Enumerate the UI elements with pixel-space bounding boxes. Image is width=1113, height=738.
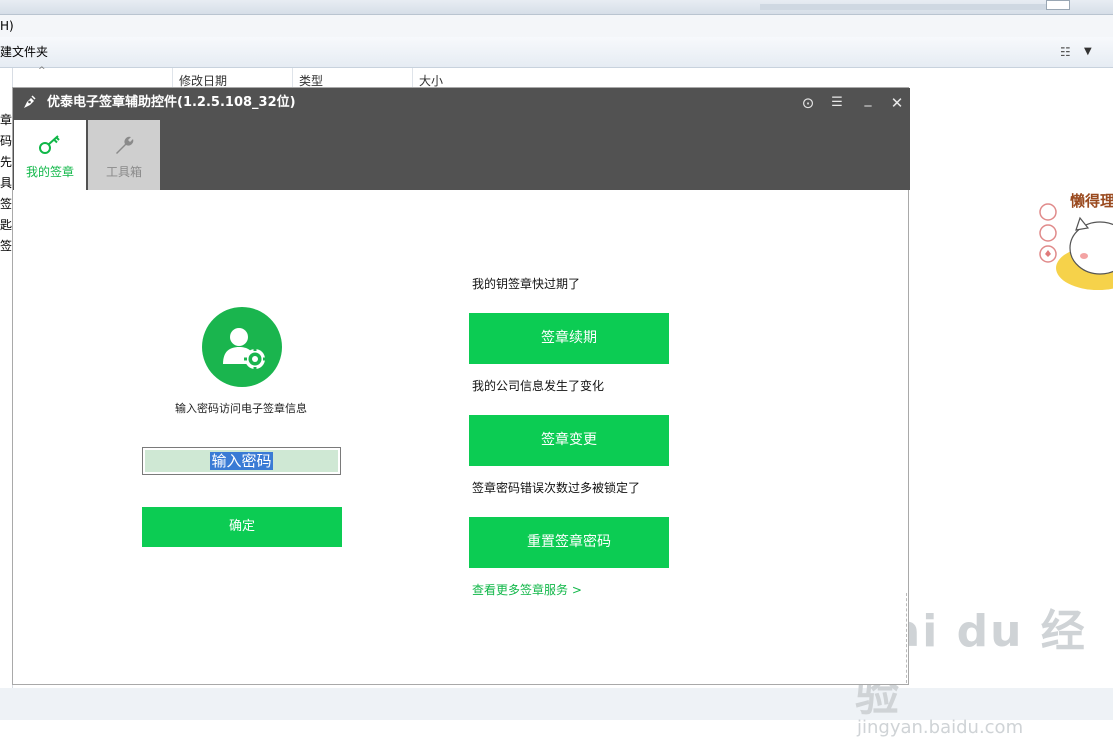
confirm-button[interactable]: 确定 [142, 507, 342, 547]
minimize-button[interactable]: _ [856, 88, 880, 118]
nav-item[interactable]: 码 [0, 131, 12, 152]
cartoon-cat-sticker [1039, 203, 1113, 290]
menu-icon[interactable]: ☰ [825, 88, 849, 118]
user-icon[interactable]: ⊙ [796, 88, 820, 118]
reset-password-button[interactable]: 重置签章密码 [469, 517, 669, 568]
watermark-url: jingyan.baidu.com [857, 717, 1024, 738]
column-size[interactable]: 大小 [412, 68, 494, 88]
nav-item[interactable]: 匙 [0, 215, 12, 236]
user-gear-icon [223, 328, 266, 370]
resize-edge [906, 593, 907, 683]
nav-item[interactable]: 具 [0, 173, 12, 194]
view-options-icon[interactable]: ☷ [1060, 37, 1071, 67]
tab-label: 工具箱 [105, 165, 142, 179]
column-type[interactable]: 类型 [292, 68, 412, 88]
avatar [202, 307, 282, 387]
password-selected-text[interactable]: 输入密码 [210, 452, 273, 470]
renew-seal-button[interactable]: 签章续期 [469, 313, 669, 364]
explorer-toolbar: 建文件夹 ☷ ▼ [0, 37, 1113, 68]
tab-my-seal[interactable]: 我的签章 [14, 120, 86, 190]
address-progress [760, 4, 1050, 10]
chevron-down-icon[interactable]: ▼ [1084, 37, 1092, 67]
nav-item[interactable]: 签 [0, 194, 12, 215]
reset-prompt: 签章密码错误次数过多被锁定了 [472, 481, 641, 495]
login-hint: 输入密码访问电子签章信息 [175, 402, 307, 415]
pen-nib-icon [24, 95, 36, 108]
window-title: 优泰电子签章辅助控件(1.2.5.108_32位) [47, 95, 296, 110]
renew-prompt: 我的钥签章快过期了 [472, 277, 581, 291]
sort-arrow-icon: ^ [38, 66, 46, 76]
nav-item[interactable]: 先 [0, 152, 12, 173]
password-field[interactable]: 输入密码 [142, 447, 341, 475]
tab-bar: 我的签章 工具箱 [13, 118, 910, 190]
key-icon [39, 135, 60, 154]
wrench-icon [116, 136, 134, 154]
tab-label: 我的签章 [25, 165, 74, 179]
close-button[interactable]: ✕ [885, 88, 909, 118]
nav-item[interactable]: 章 [0, 110, 12, 131]
menu-fragment[interactable]: H) [0, 15, 14, 37]
window-control-box[interactable] [1046, 0, 1070, 10]
explorer-menubar: H) [0, 15, 1113, 37]
change-seal-button[interactable]: 签章变更 [469, 415, 669, 466]
explorer-title-strip [0, 0, 1113, 15]
nav-item[interactable]: 签 [0, 236, 12, 257]
column-modified-date[interactable]: 修改日期 [172, 68, 294, 88]
esign-helper-window: 优泰电子签章辅助控件(1.2.5.108_32位) ⊙ ☰ _ ✕ 我的签章 工… [12, 87, 910, 685]
tab-toolbox[interactable]: 工具箱 [88, 120, 160, 190]
more-services-link[interactable]: 查看更多签章服务 > [472, 581, 582, 598]
change-prompt: 我的公司信息发生了变化 [472, 379, 605, 393]
new-folder-button[interactable]: 建文件夹 [0, 37, 48, 67]
window-titlebar[interactable]: 优泰电子签章辅助控件(1.2.5.108_32位) ⊙ ☰ _ ✕ [13, 88, 910, 118]
